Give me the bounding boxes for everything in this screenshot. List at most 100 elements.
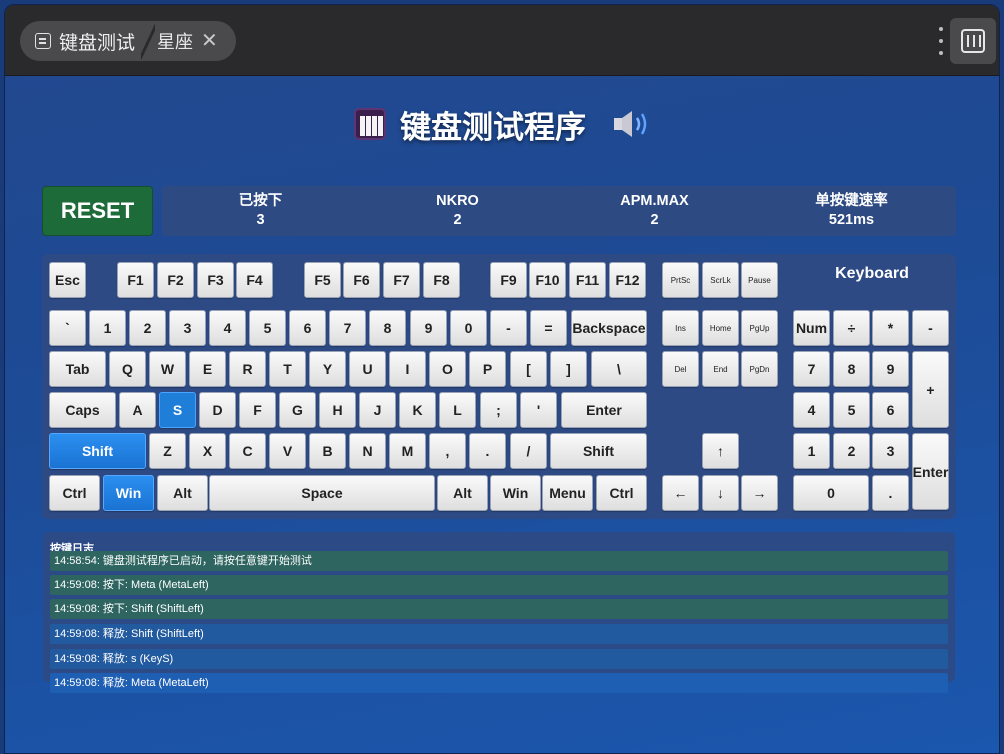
key-bracket-left[interactable]: [ bbox=[510, 351, 547, 387]
key-f8[interactable]: F8 bbox=[423, 262, 460, 298]
key-key-v[interactable]: V bbox=[269, 433, 306, 469]
key-comma[interactable]: , bbox=[429, 433, 466, 469]
key-page-down[interactable]: PgDn bbox=[741, 351, 778, 387]
key-f1[interactable]: F1 bbox=[117, 262, 154, 298]
key-f5[interactable]: F5 bbox=[304, 262, 341, 298]
key-escape[interactable]: Esc bbox=[49, 262, 86, 298]
key-digit-2[interactable]: 2 bbox=[129, 310, 166, 346]
key-minus[interactable]: - bbox=[490, 310, 527, 346]
key-control-right[interactable]: Ctrl bbox=[596, 475, 647, 511]
key-meta-left[interactable]: Win bbox=[103, 475, 154, 511]
key-arrow-up[interactable]: ↑ bbox=[702, 433, 739, 469]
key-key-f[interactable]: F bbox=[239, 392, 276, 428]
key-key-k[interactable]: K bbox=[399, 392, 436, 428]
key-key-d[interactable]: D bbox=[199, 392, 236, 428]
key-numpad-decimal[interactable]: . bbox=[872, 475, 909, 511]
key-tab[interactable]: Tab bbox=[49, 351, 106, 387]
key-arrow-right[interactable]: → bbox=[741, 475, 778, 511]
key-f6[interactable]: F6 bbox=[343, 262, 380, 298]
key-equal[interactable]: = bbox=[530, 310, 567, 346]
key-digit-4[interactable]: 4 bbox=[209, 310, 246, 346]
key-key-z[interactable]: Z bbox=[149, 433, 186, 469]
key-key-x[interactable]: X bbox=[189, 433, 226, 469]
key-f3[interactable]: F3 bbox=[197, 262, 234, 298]
key-quote[interactable]: ' bbox=[520, 392, 557, 428]
key-slash[interactable]: / bbox=[510, 433, 547, 469]
key-key-w[interactable]: W bbox=[149, 351, 186, 387]
key-numpad-7[interactable]: 7 bbox=[793, 351, 830, 387]
key-caps-lock[interactable]: Caps bbox=[49, 392, 116, 428]
key-numpad-4[interactable]: 4 bbox=[793, 392, 830, 428]
key-f12[interactable]: F12 bbox=[609, 262, 646, 298]
key-digit-8[interactable]: 8 bbox=[369, 310, 406, 346]
key-scroll-lock[interactable]: ScrLk bbox=[702, 262, 739, 298]
key-backslash[interactable]: \ bbox=[591, 351, 647, 387]
key-home[interactable]: Home bbox=[702, 310, 739, 346]
key-digit-6[interactable]: 6 bbox=[289, 310, 326, 346]
key-numpad-3[interactable]: 3 bbox=[872, 433, 909, 469]
key-numpad-9[interactable]: 9 bbox=[872, 351, 909, 387]
key-key-b[interactable]: B bbox=[309, 433, 346, 469]
key-f9[interactable]: F9 bbox=[490, 262, 527, 298]
key-control-left[interactable]: Ctrl bbox=[49, 475, 100, 511]
key-key-s[interactable]: S bbox=[159, 392, 196, 428]
close-icon[interactable]: ✕ bbox=[201, 31, 218, 51]
key-meta-right[interactable]: Win bbox=[490, 475, 541, 511]
key-numpad-2[interactable]: 2 bbox=[833, 433, 870, 469]
key-arrow-left[interactable]: ← bbox=[662, 475, 699, 511]
key-backquote[interactable]: ` bbox=[49, 310, 86, 346]
key-numpad-6[interactable]: 6 bbox=[872, 392, 909, 428]
key-key-e[interactable]: E bbox=[189, 351, 226, 387]
key-delete[interactable]: Del bbox=[662, 351, 699, 387]
key-key-g[interactable]: G bbox=[279, 392, 316, 428]
key-digit-3[interactable]: 3 bbox=[169, 310, 206, 346]
key-page-up[interactable]: PgUp bbox=[741, 310, 778, 346]
key-semicolon[interactable]: ; bbox=[480, 392, 517, 428]
key-key-j[interactable]: J bbox=[359, 392, 396, 428]
key-key-p[interactable]: P bbox=[469, 351, 506, 387]
key-key-u[interactable]: U bbox=[349, 351, 386, 387]
speaker-icon[interactable] bbox=[612, 108, 652, 140]
key-numpad-divide[interactable]: ÷ bbox=[833, 310, 870, 346]
key-digit-5[interactable]: 5 bbox=[249, 310, 286, 346]
key-bracket-right[interactable]: ] bbox=[550, 351, 587, 387]
key-key-l[interactable]: L bbox=[439, 392, 476, 428]
key-key-h[interactable]: H bbox=[319, 392, 356, 428]
more-options-icon[interactable] bbox=[937, 27, 945, 55]
key-numpad-1[interactable]: 1 bbox=[793, 433, 830, 469]
key-digit-9[interactable]: 9 bbox=[410, 310, 447, 346]
key-arrow-down[interactable]: ↓ bbox=[702, 475, 739, 511]
key-digit-1[interactable]: 1 bbox=[89, 310, 126, 346]
key-numpad-8[interactable]: 8 bbox=[833, 351, 870, 387]
key-numpad-5[interactable]: 5 bbox=[833, 392, 870, 428]
key-f11[interactable]: F11 bbox=[569, 262, 606, 298]
key-f2[interactable]: F2 bbox=[157, 262, 194, 298]
key-f10[interactable]: F10 bbox=[529, 262, 566, 298]
key-key-n[interactable]: N bbox=[349, 433, 386, 469]
key-f7[interactable]: F7 bbox=[383, 262, 420, 298]
key-insert[interactable]: Ins bbox=[662, 310, 699, 346]
key-enter[interactable]: Enter bbox=[561, 392, 647, 428]
key-backspace[interactable]: Backspace bbox=[571, 310, 647, 346]
key-key-o[interactable]: O bbox=[429, 351, 466, 387]
key-alt-left[interactable]: Alt bbox=[157, 475, 208, 511]
key-key-t[interactable]: T bbox=[269, 351, 306, 387]
key-key-c[interactable]: C bbox=[229, 433, 266, 469]
key-context-menu[interactable]: Menu bbox=[542, 475, 593, 511]
key-space[interactable]: Space bbox=[209, 475, 435, 511]
key-numpad-enter[interactable]: Enter bbox=[912, 433, 949, 510]
key-alt-right[interactable]: Alt bbox=[437, 475, 488, 511]
key-f4[interactable]: F4 bbox=[236, 262, 273, 298]
key-key-m[interactable]: M bbox=[389, 433, 426, 469]
key-key-q[interactable]: Q bbox=[109, 351, 146, 387]
key-pause[interactable]: Pause bbox=[741, 262, 778, 298]
key-end[interactable]: End bbox=[702, 351, 739, 387]
key-num-lock[interactable]: Num bbox=[793, 310, 830, 346]
reset-button[interactable]: RESET bbox=[42, 186, 153, 236]
key-key-y[interactable]: Y bbox=[309, 351, 346, 387]
key-print-screen[interactable]: PrtSc bbox=[662, 262, 699, 298]
key-shift-right[interactable]: Shift bbox=[550, 433, 647, 469]
key-digit-7[interactable]: 7 bbox=[329, 310, 366, 346]
key-period[interactable]: . bbox=[469, 433, 506, 469]
key-digit-0[interactable]: 0 bbox=[450, 310, 487, 346]
